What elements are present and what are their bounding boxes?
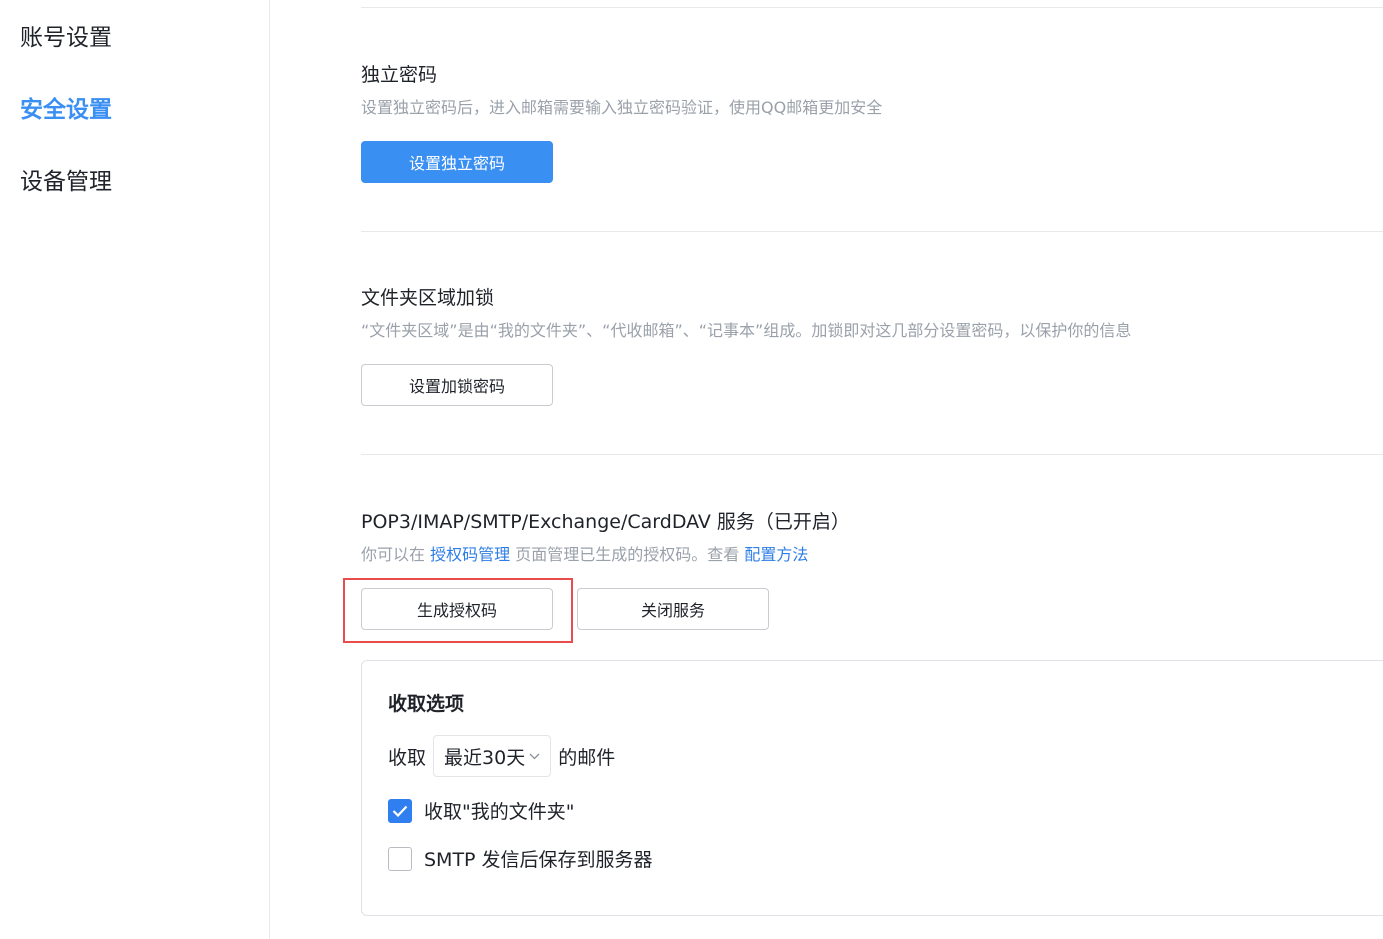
smtp-save-option: SMTP 发信后保存到服务器 [388, 845, 653, 872]
smtp-save-to-server-label: SMTP 发信后保存到服务器 [424, 849, 653, 871]
checkmark-icon [392, 805, 408, 817]
security-settings-content: 独立密码 设置独立密码后，进入邮箱需要输入独立密码验证，使用QQ邮箱更加安全 设… [343, 0, 1383, 939]
receive-options-title: 收取选项 [388, 693, 465, 715]
receive-my-folders-checkbox[interactable] [388, 798, 412, 823]
independent-password-description: 设置独立密码后，进入邮箱需要输入独立密码验证，使用QQ邮箱更加安全 [361, 98, 883, 117]
config-method-link[interactable]: 配置方法 [744, 545, 808, 564]
receive-my-folders-label: 收取"我的文件夹" [424, 801, 575, 823]
chevron-down-icon [529, 750, 540, 763]
receive-range-row: 收取 最近30天 的邮件 [388, 735, 615, 777]
receive-range-value: 最近30天 [444, 746, 526, 769]
pop3-desc-prefix: 你可以在 [361, 545, 426, 564]
close-service-button[interactable]: 关闭服务 [577, 588, 769, 630]
receive-prefix-label: 收取 [388, 746, 427, 769]
set-independent-password-button[interactable]: 设置独立密码 [361, 141, 553, 183]
auth-code-management-link[interactable]: 授权码管理 [430, 545, 510, 564]
pop3-service-title: POP3/IMAP/SMTP/Exchange/CardDAV 服务（已开启） [361, 511, 850, 533]
set-lock-password-button[interactable]: 设置加锁密码 [361, 364, 553, 406]
sidebar-item-device-management[interactable]: 设备管理 [20, 162, 112, 196]
section-divider [361, 231, 1383, 232]
independent-password-title: 独立密码 [361, 64, 438, 86]
folder-lock-title: 文件夹区域加锁 [361, 287, 495, 309]
section-divider [361, 454, 1383, 455]
section-divider [361, 7, 1383, 8]
receive-my-folders-option: 收取"我的文件夹" [388, 797, 574, 824]
settings-sidebar: 账号设置 安全设置 设备管理 [0, 0, 270, 939]
folder-lock-description: “文件夹区域”是由“我的文件夹”、“代收邮箱”、“记事本”组成。加锁即对这几部分… [361, 321, 1132, 340]
receive-range-select[interactable]: 最近30天 [433, 735, 552, 777]
pop3-desc-middle: 页面管理已生成的授权码。查看 [515, 545, 740, 564]
generate-auth-code-button[interactable]: 生成授权码 [361, 588, 553, 630]
sidebar-item-security-settings[interactable]: 安全设置 [20, 90, 112, 124]
sidebar-item-account-settings[interactable]: 账号设置 [20, 18, 112, 52]
receive-options-panel: 收取选项 收取 最近30天 的邮件 收取"我的文件夹" SMTP 发信后保存到服… [361, 660, 1383, 916]
smtp-save-to-server-checkbox[interactable] [388, 846, 412, 871]
pop3-service-description: 你可以在 授权码管理 页面管理已生成的授权码。查看 配置方法 [361, 541, 808, 565]
receive-suffix-label: 的邮件 [558, 746, 616, 769]
